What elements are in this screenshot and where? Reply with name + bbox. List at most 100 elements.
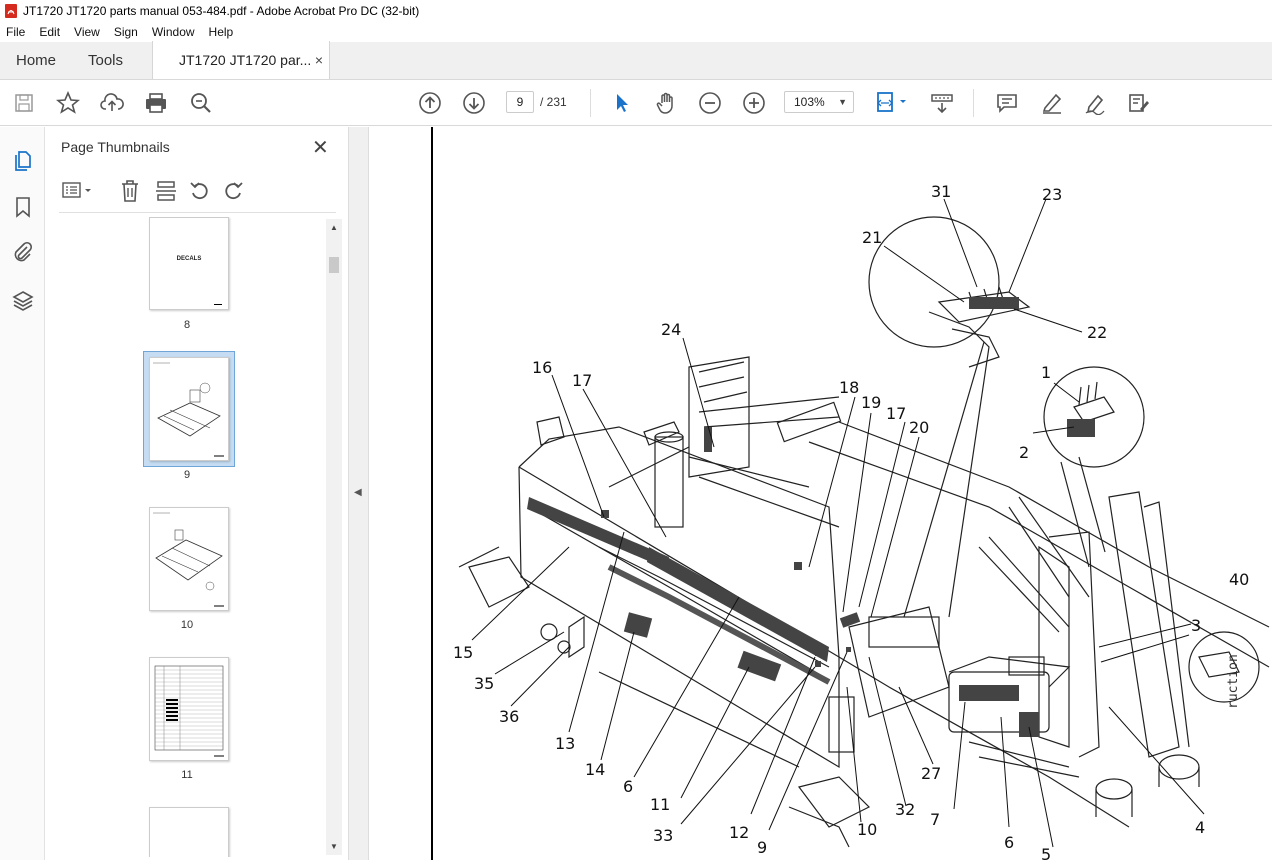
tab-close-icon[interactable]: ×	[315, 52, 323, 68]
upload-cloud-icon[interactable]	[100, 91, 124, 115]
menu-file[interactable]: File	[6, 25, 25, 39]
callout-label: 18	[839, 378, 859, 397]
thumbnail-drawing	[153, 512, 224, 607]
thumbnail-page-10[interactable]	[149, 507, 229, 611]
collapse-panel-icon[interactable]: ◀	[354, 487, 362, 498]
panel-collapse-strip: ◀	[349, 127, 369, 860]
callout-label: 40	[1229, 570, 1249, 589]
menu-edit[interactable]: Edit	[39, 25, 60, 39]
previous-page-icon[interactable]	[418, 91, 442, 115]
tab-home[interactable]: Home	[0, 41, 70, 79]
rotate-clockwise-icon[interactable]	[222, 180, 244, 202]
callout-label: 33	[653, 826, 673, 845]
callout-label: 17	[886, 404, 906, 423]
callout-label: 4	[1195, 818, 1205, 837]
zoom-out-icon[interactable]	[698, 91, 722, 115]
callout-label: 31	[931, 182, 951, 201]
title-bar: JT1720 JT1720 parts manual 053-484.pdf -…	[0, 0, 1272, 22]
rotate-counterclockwise-icon[interactable]	[189, 180, 211, 202]
thumbnail-table	[154, 665, 224, 757]
callout-label: 15	[453, 643, 473, 662]
chevron-down-icon: ▼	[838, 97, 847, 107]
page-total: / 231	[540, 95, 567, 109]
thumbnail-label: 9	[183, 469, 191, 481]
toolbar-divider	[590, 89, 591, 117]
callout-label: 32	[895, 800, 915, 819]
menu-window[interactable]: Window	[152, 25, 195, 39]
thumbnail-page-9[interactable]	[149, 357, 229, 461]
window-title: JT1720 JT1720 parts manual 053-484.pdf -…	[23, 4, 420, 18]
tab-document[interactable]: JT1720 JT1720 par... ×	[152, 41, 330, 79]
insert-page-icon[interactable]	[155, 179, 177, 203]
star-icon[interactable]	[56, 91, 80, 115]
thumbnail-label: 8	[183, 319, 191, 331]
thumbnail-page-11[interactable]	[149, 657, 229, 761]
callout-label: 5	[1041, 845, 1051, 860]
page-thumbnails-panel: Page Thumbnails ✕ DECALS 8 9 10 11 ▲ ▼	[45, 127, 349, 860]
callout-label: 9	[757, 838, 767, 857]
callout-label: 14	[585, 760, 605, 779]
thumbnail-page-12[interactable]	[149, 807, 229, 857]
callout-label: 11	[650, 795, 670, 814]
zoom-in-icon[interactable]	[742, 91, 766, 115]
delete-page-icon[interactable]	[119, 179, 141, 203]
callout-label: 10	[857, 820, 877, 839]
thumbnail-list: DECALS 8 9 10 11	[45, 217, 330, 857]
attachment-icon[interactable]	[11, 240, 35, 264]
left-navigation-rail	[0, 127, 45, 860]
panel-divider	[59, 212, 336, 213]
callout-label: 3	[1191, 616, 1201, 635]
select-cursor-icon[interactable]	[610, 91, 634, 115]
callout-label: 2	[1019, 443, 1029, 462]
exploded-parts-drawing: 31 23 21 22 24 1 16 17 18 19 17 20 2 3 4…	[431, 127, 1270, 860]
tab-tools[interactable]: Tools	[70, 41, 152, 79]
document-view[interactable]: 31 23 21 22 24 1 16 17 18 19 17 20 2 3 4…	[369, 127, 1272, 860]
zoom-value: 103%	[794, 95, 825, 109]
thumbnail-drawing	[153, 362, 224, 457]
page-thumbnails-icon[interactable]	[11, 149, 35, 173]
comment-icon[interactable]	[995, 91, 1019, 115]
menu-help[interactable]: Help	[209, 25, 234, 39]
callout-label: 6	[623, 777, 633, 796]
callout-label: 21	[862, 228, 882, 247]
bookmark-icon[interactable]	[11, 195, 35, 219]
menu-sign[interactable]: Sign	[114, 25, 138, 39]
callout-label: 35	[474, 674, 494, 693]
panel-title: Page Thumbnails	[61, 139, 170, 155]
menu-bar: File Edit View Sign Window Help	[0, 22, 1272, 42]
tab-document-label: JT1720 JT1720 par...	[179, 52, 312, 68]
thumbnail-scrollbar[interactable]: ▲ ▼	[326, 219, 342, 855]
zoom-select[interactable]: 103% ▼	[784, 91, 854, 113]
callout-label: 23	[1042, 185, 1062, 204]
layers-icon[interactable]	[11, 289, 35, 313]
fit-page-icon[interactable]	[876, 91, 910, 115]
thumbnail-options-icon[interactable]	[61, 181, 95, 201]
callout-label: 20	[909, 418, 929, 437]
hand-tool-icon[interactable]	[654, 91, 678, 115]
close-icon[interactable]: ✕	[312, 135, 329, 160]
page-number-input[interactable]: 9	[506, 91, 534, 113]
keyboard-scroll-icon[interactable]	[930, 91, 954, 115]
tab-bar: Home Tools JT1720 JT1720 par... ×	[0, 41, 1272, 80]
acrobat-pdf-icon	[5, 4, 17, 18]
callout-label: 36	[499, 707, 519, 726]
highlight-pen-icon[interactable]	[1040, 91, 1064, 115]
menu-view[interactable]: View	[74, 25, 100, 39]
sign-pen-icon[interactable]	[1083, 91, 1107, 115]
callout-label: 16	[532, 358, 552, 377]
next-page-icon[interactable]	[462, 91, 486, 115]
thumbnail-heading: DECALS	[176, 256, 202, 262]
print-icon[interactable]	[144, 91, 168, 115]
callout-label: 7	[930, 810, 940, 829]
redact-tools-icon[interactable]	[1127, 91, 1151, 115]
callout-label: 1	[1041, 363, 1051, 382]
scroll-down-icon[interactable]: ▼	[330, 842, 338, 851]
callout-label: 12	[729, 823, 749, 842]
save-icon[interactable]	[12, 91, 36, 115]
thumbnail-page-8[interactable]: DECALS	[149, 217, 229, 310]
callout-label: 6	[1004, 833, 1014, 852]
scrollbar-thumb[interactable]	[329, 257, 339, 273]
callout-label: 19	[861, 393, 881, 412]
scroll-up-icon[interactable]: ▲	[330, 223, 338, 232]
zoom-search-icon[interactable]	[189, 91, 213, 115]
